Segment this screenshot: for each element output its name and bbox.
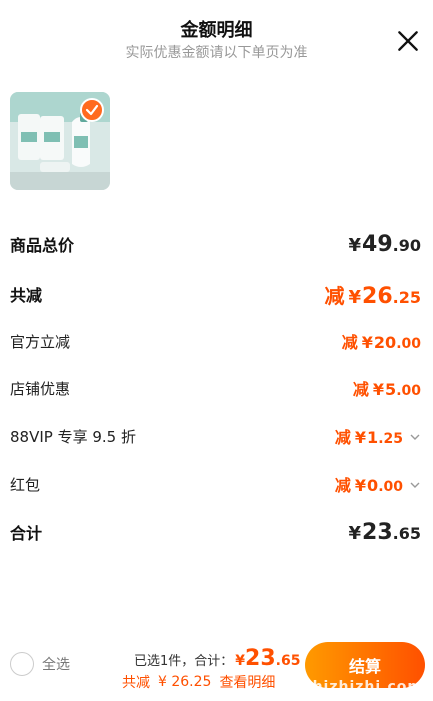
currency-symbol: ¥ (372, 380, 385, 399)
total-dec: .65 (275, 653, 301, 669)
chevron-down-icon[interactable] (409, 479, 421, 491)
row-grand-total: 合计 ¥ 23 .65 (10, 517, 421, 547)
minus-label: 减 (334, 428, 351, 447)
row-amount: 减 ¥ 1 .25 (335, 424, 421, 448)
currency-symbol: ¥ (354, 476, 367, 495)
minus-label: 减 (352, 380, 369, 399)
currency-symbol: ¥ (354, 428, 367, 447)
row-label: 合计 (10, 524, 43, 543)
radio-icon[interactable] (10, 652, 34, 676)
row-total-discount: 共减 减 ¥ 26 .25 (10, 279, 421, 309)
row-amount: ¥ 23 .65 (349, 520, 422, 545)
page-title: 金额明细 (180, 20, 253, 41)
amount-dec: .25 (378, 431, 403, 447)
row-vip-discount[interactable]: 88VIP 专享 9.5 折 减 ¥ 1 .25 (10, 421, 421, 451)
row-shop-discount: 店铺优惠 减 ¥ 5 .00 (10, 373, 421, 403)
minus-label: 减 (341, 333, 358, 352)
amount-int: 1 (367, 428, 379, 447)
chevron-down-icon[interactable] (409, 431, 421, 443)
select-all-label: 全选 (42, 657, 70, 673)
amount-int: 49 (362, 231, 393, 257)
row-red-packet[interactable]: 红包 减 ¥ 0 .00 (10, 469, 421, 499)
row-label: 88VIP 专享 9.5 折 (10, 427, 136, 446)
row-amount: 减 ¥ 0 .00 (335, 472, 421, 496)
discount-value: ¥ 26.25 (158, 674, 212, 690)
amount-dec: .65 (392, 523, 421, 543)
total-summary: 已选1件，合计： ¥ 23 .65 (134, 646, 300, 671)
page-subtitle: 实际优惠金额请以下单页为准 (125, 45, 308, 61)
currency-symbol: ¥ (348, 522, 362, 544)
total-int: 23 (245, 646, 276, 671)
amount-dec: .25 (392, 287, 421, 307)
row-total-price: 商品总价 ¥ 49 .90 (10, 229, 421, 259)
amount-dec: .00 (396, 383, 421, 399)
currency-symbol: ¥ (235, 653, 246, 669)
currency-symbol: ¥ (361, 333, 373, 352)
amount-int: 5 (385, 380, 397, 399)
select-all-toggle[interactable]: 全选 (10, 652, 70, 676)
discount-label: 共减 (122, 675, 150, 691)
check-icon (80, 98, 104, 122)
amount-int: 0 (367, 476, 379, 495)
minus-label: 减 (324, 283, 345, 308)
close-icon[interactable] (395, 28, 421, 54)
row-amount: 减 ¥ 26 .25 (325, 280, 422, 309)
watermark: zhizhizhi.com (303, 679, 423, 695)
amount-int: 23 (362, 519, 393, 545)
row-label: 官方立减 (10, 332, 71, 351)
amount-int: 26 (362, 283, 393, 309)
discount-summary[interactable]: 共减 ¥ 26.25 查看明细 (122, 672, 275, 692)
row-label: 共减 (10, 286, 43, 305)
view-detail-link[interactable]: 查看明细 (219, 672, 275, 692)
currency-symbol: ¥ (348, 286, 362, 308)
amount-dec: .00 (396, 336, 421, 352)
checkout-bar: 全选 已选1件，合计： ¥ 23 .65 共减 ¥ 26.25 查看明细 结算 … (0, 630, 433, 701)
row-amount: 减 ¥ 20 .00 (342, 329, 421, 353)
amount-int: 20 (373, 333, 397, 352)
currency-symbol: ¥ (348, 234, 362, 256)
minus-label: 减 (334, 476, 351, 495)
amount-dec: .00 (378, 479, 403, 495)
row-amount: ¥ 49 .90 (349, 232, 422, 257)
selected-count-label: 已选1件，合计： (134, 654, 234, 669)
header: 金额明细 实际优惠金额请以下单页为准 (0, 0, 433, 70)
row-official-discount: 官方立减 减 ¥ 20 .00 (10, 326, 421, 356)
row-label: 红包 (10, 475, 41, 494)
row-label: 商品总价 (10, 236, 75, 255)
row-label: 店铺优惠 (10, 379, 71, 398)
amount-dec: .90 (392, 235, 421, 255)
product-thumbnail[interactable] (10, 92, 110, 190)
row-amount: 减 ¥ 5 .00 (353, 376, 421, 400)
